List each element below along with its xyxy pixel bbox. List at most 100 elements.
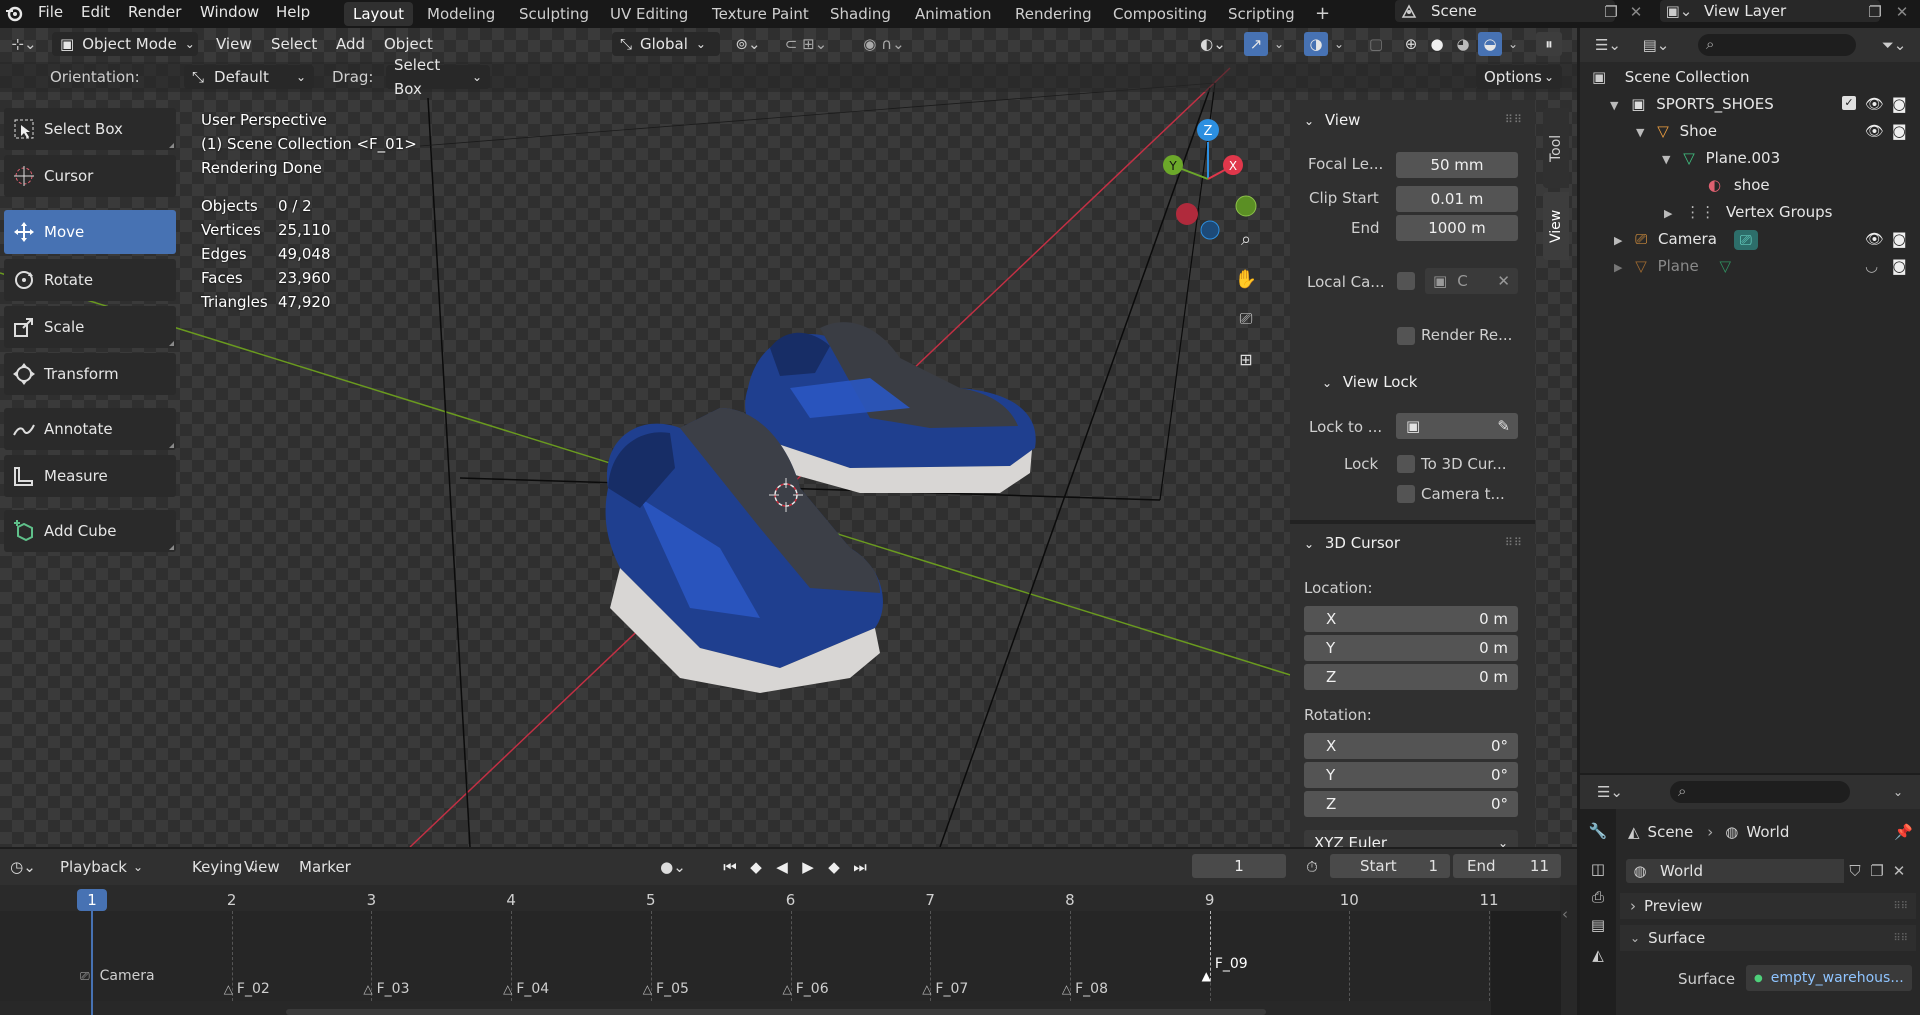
add-workspace-button[interactable]: + (1306, 2, 1339, 26)
render-tab-icon[interactable]: ◫ (1586, 857, 1610, 881)
timeline-marker[interactable]: △ F_02 (224, 981, 270, 997)
output-tab-icon[interactable]: ⎙ (1586, 885, 1610, 909)
outliner-item-plane-003[interactable]: ▼ ▽ Plane.003 (1662, 145, 1780, 171)
tool-tab-icon[interactable]: 🔧 (1586, 819, 1610, 843)
timeline-menu-playback[interactable]: Playback ⌄ (52, 855, 143, 879)
surface-panel-header[interactable]: ⌄ Surface ⠿⠿ (1620, 925, 1916, 951)
focal-length-field[interactable]: 50 mm (1396, 152, 1518, 178)
mode-selector[interactable]: ▣ Object Mode ⌄ (52, 32, 198, 56)
outliner-item-sports-shoes[interactable]: ▼ ▣ SPORTS_SHOES ✓ 👁 ◙ (1610, 91, 1910, 117)
lock-camera-checkbox[interactable] (1397, 485, 1415, 503)
jump-end-icon[interactable]: ⏭ (848, 855, 872, 879)
tool-cursor[interactable]: Cursor (4, 155, 176, 197)
view-layer-tab-icon[interactable]: ▤ (1586, 913, 1610, 937)
menu-render[interactable]: Render (124, 0, 185, 26)
chevron-down-icon[interactable]: ⌄ (1272, 34, 1286, 54)
outliner-root[interactable]: ▣ Scene Collection (1592, 64, 1749, 90)
gizmo-toggle-icon[interactable]: ↗ (1244, 32, 1268, 56)
tab-modeling[interactable]: Modeling (418, 2, 504, 26)
tool-transform[interactable]: Transform (4, 353, 176, 395)
editor-type-icon[interactable]: ☰⌄ (1590, 781, 1630, 803)
outliner-item-shoe-material[interactable]: ◐ shoe (1708, 172, 1770, 198)
options-dropdown[interactable]: Options ⌄ (1476, 65, 1562, 89)
timeline-marker[interactable]: △ F_05 (643, 981, 689, 997)
tool-select-box[interactable]: Select Box (4, 108, 176, 150)
visibility-icon[interactable]: ◐⌄ (1196, 34, 1230, 54)
blender-logo-icon[interactable] (4, 3, 24, 23)
tab-animation[interactable]: Animation (906, 2, 1000, 26)
start-frame-field[interactable]: Start 1 (1330, 854, 1450, 878)
current-frame-field[interactable]: 1 (1192, 854, 1286, 878)
camera-data-icon[interactable]: ⎚ (1733, 229, 1758, 250)
cursor-location-x-field[interactable]: X 0 m (1304, 606, 1518, 632)
local-camera-field[interactable]: ▣ C ✕ (1425, 268, 1518, 294)
solid-shading-icon[interactable]: ● (1426, 34, 1448, 54)
cursor-rotation-y-field[interactable]: Y 0° (1304, 762, 1518, 788)
perspective-grid-icon[interactable]: ⊞ (1233, 346, 1259, 372)
view-layer-selector[interactable]: ▣⌄ View Layer (1660, 0, 1880, 22)
xray-toggle-icon[interactable]: ▢ (1366, 34, 1386, 54)
menu-edit[interactable]: Edit (77, 0, 114, 26)
orientation-dropdown[interactable]: ⤡ Default ⌄ (184, 65, 314, 89)
eyedropper-icon[interactable]: ✎ (1497, 417, 1510, 435)
drag-grip-icon[interactable]: ⠿⠿ (1505, 104, 1523, 136)
cursor-location-z-field[interactable]: Z 0 m (1304, 664, 1518, 690)
timeline-marker[interactable]: △ F_08 (1062, 981, 1108, 997)
tool-rotate[interactable]: Rotate (4, 259, 176, 301)
play-icon[interactable]: ▶ (796, 855, 820, 879)
chevron-down-icon[interactable]: ⌄ (1886, 781, 1910, 803)
render-camera-icon[interactable]: ◙ (1892, 118, 1907, 144)
preview-panel-header[interactable]: › Preview ⠿⠿ (1620, 893, 1916, 919)
new-scene-icon[interactable]: ❐ (1600, 2, 1622, 22)
material-preview-icon[interactable]: ◕ (1452, 34, 1474, 54)
tab-compositing[interactable]: Compositing (1104, 2, 1216, 26)
pivot-point-icon[interactable]: ⊚⌄ (730, 34, 766, 54)
tool-add-cube[interactable]: Add Cube (4, 510, 176, 552)
play-reverse-icon[interactable]: ◀ (770, 855, 794, 879)
view-section-header[interactable]: ⌄ View ⠿⠿ (1290, 104, 1535, 136)
drag-grip-icon[interactable]: ⠿⠿ (1505, 527, 1523, 559)
eye-icon[interactable]: 👁 (1865, 91, 1884, 117)
pause-render-icon[interactable]: ⏸ (1536, 32, 1562, 56)
record-icon[interactable]: ●⌄ (658, 857, 688, 877)
tab-tool[interactable]: Tool (1543, 108, 1569, 188)
jump-start-icon[interactable]: ⏮ (718, 855, 742, 879)
zoom-icon[interactable]: ⌕ (1233, 226, 1259, 252)
fake-user-icon[interactable]: ⛉ (1844, 862, 1866, 880)
snap-icon[interactable]: ⊂ ⊞⌄ (776, 34, 836, 54)
overlays-toggle-icon[interactable]: ◑ (1304, 32, 1328, 56)
proportional-edit-icon[interactable]: ◉ ∩⌄ (854, 34, 914, 54)
timeline-menu-view[interactable]: View (244, 858, 280, 876)
tab-texture-paint[interactable]: Texture Paint (703, 2, 818, 26)
eye-icon[interactable]: 👁 (1865, 118, 1884, 144)
rotation-mode-dropdown[interactable]: XYZ Euler ⌄ (1304, 830, 1518, 847)
properties-search-input[interactable]: ⌕ (1670, 781, 1850, 803)
playhead-frame-indicator[interactable]: 1 (77, 889, 107, 911)
jump-keyframe-forward-icon[interactable]: ◆ (822, 855, 846, 879)
menu-help[interactable]: Help (272, 0, 314, 26)
clear-icon[interactable]: ✕ (1497, 272, 1510, 290)
timeline-menu-marker[interactable]: Marker (299, 858, 351, 876)
timeline-marker[interactable]: ▲F_09 (1202, 956, 1248, 984)
viewport-menu-select[interactable]: Select (271, 35, 317, 53)
editor-type-icon[interactable]: ☰⌄ (1590, 34, 1626, 56)
stopwatch-icon[interactable]: ⏱ (1300, 855, 1324, 879)
timeline-scrollbar[interactable] (286, 1009, 1266, 1015)
filter-icon[interactable]: ⏷⌄ (1876, 34, 1912, 56)
render-camera-icon[interactable]: ◙ (1892, 91, 1907, 117)
chevron-left-icon[interactable]: ‹ (1562, 905, 1568, 923)
timeline-marker[interactable]: △ F_06 (783, 981, 829, 997)
pin-icon[interactable]: 📌 (1894, 823, 1913, 841)
delete-scene-icon[interactable]: ✕ (1626, 2, 1646, 22)
outliner-item-vertex-groups[interactable]: ▶ ⋮⋮ Vertex Groups (1664, 199, 1833, 225)
tab-sculpting[interactable]: Sculpting (510, 2, 598, 26)
viewport-menu-view[interactable]: View (216, 35, 252, 53)
menu-file[interactable]: File (34, 0, 67, 26)
tool-annotate[interactable]: Annotate (4, 408, 176, 450)
render-region-checkbox[interactable] (1397, 327, 1415, 345)
chevron-down-icon[interactable]: ⌄ (1332, 34, 1346, 54)
transform-orientation-selector[interactable]: ⤡ Global ⌄ (612, 32, 720, 56)
tab-layout[interactable]: Layout (344, 2, 413, 26)
unlink-icon[interactable]: ✕ (1888, 862, 1910, 880)
tab-view[interactable]: View (1543, 192, 1569, 260)
